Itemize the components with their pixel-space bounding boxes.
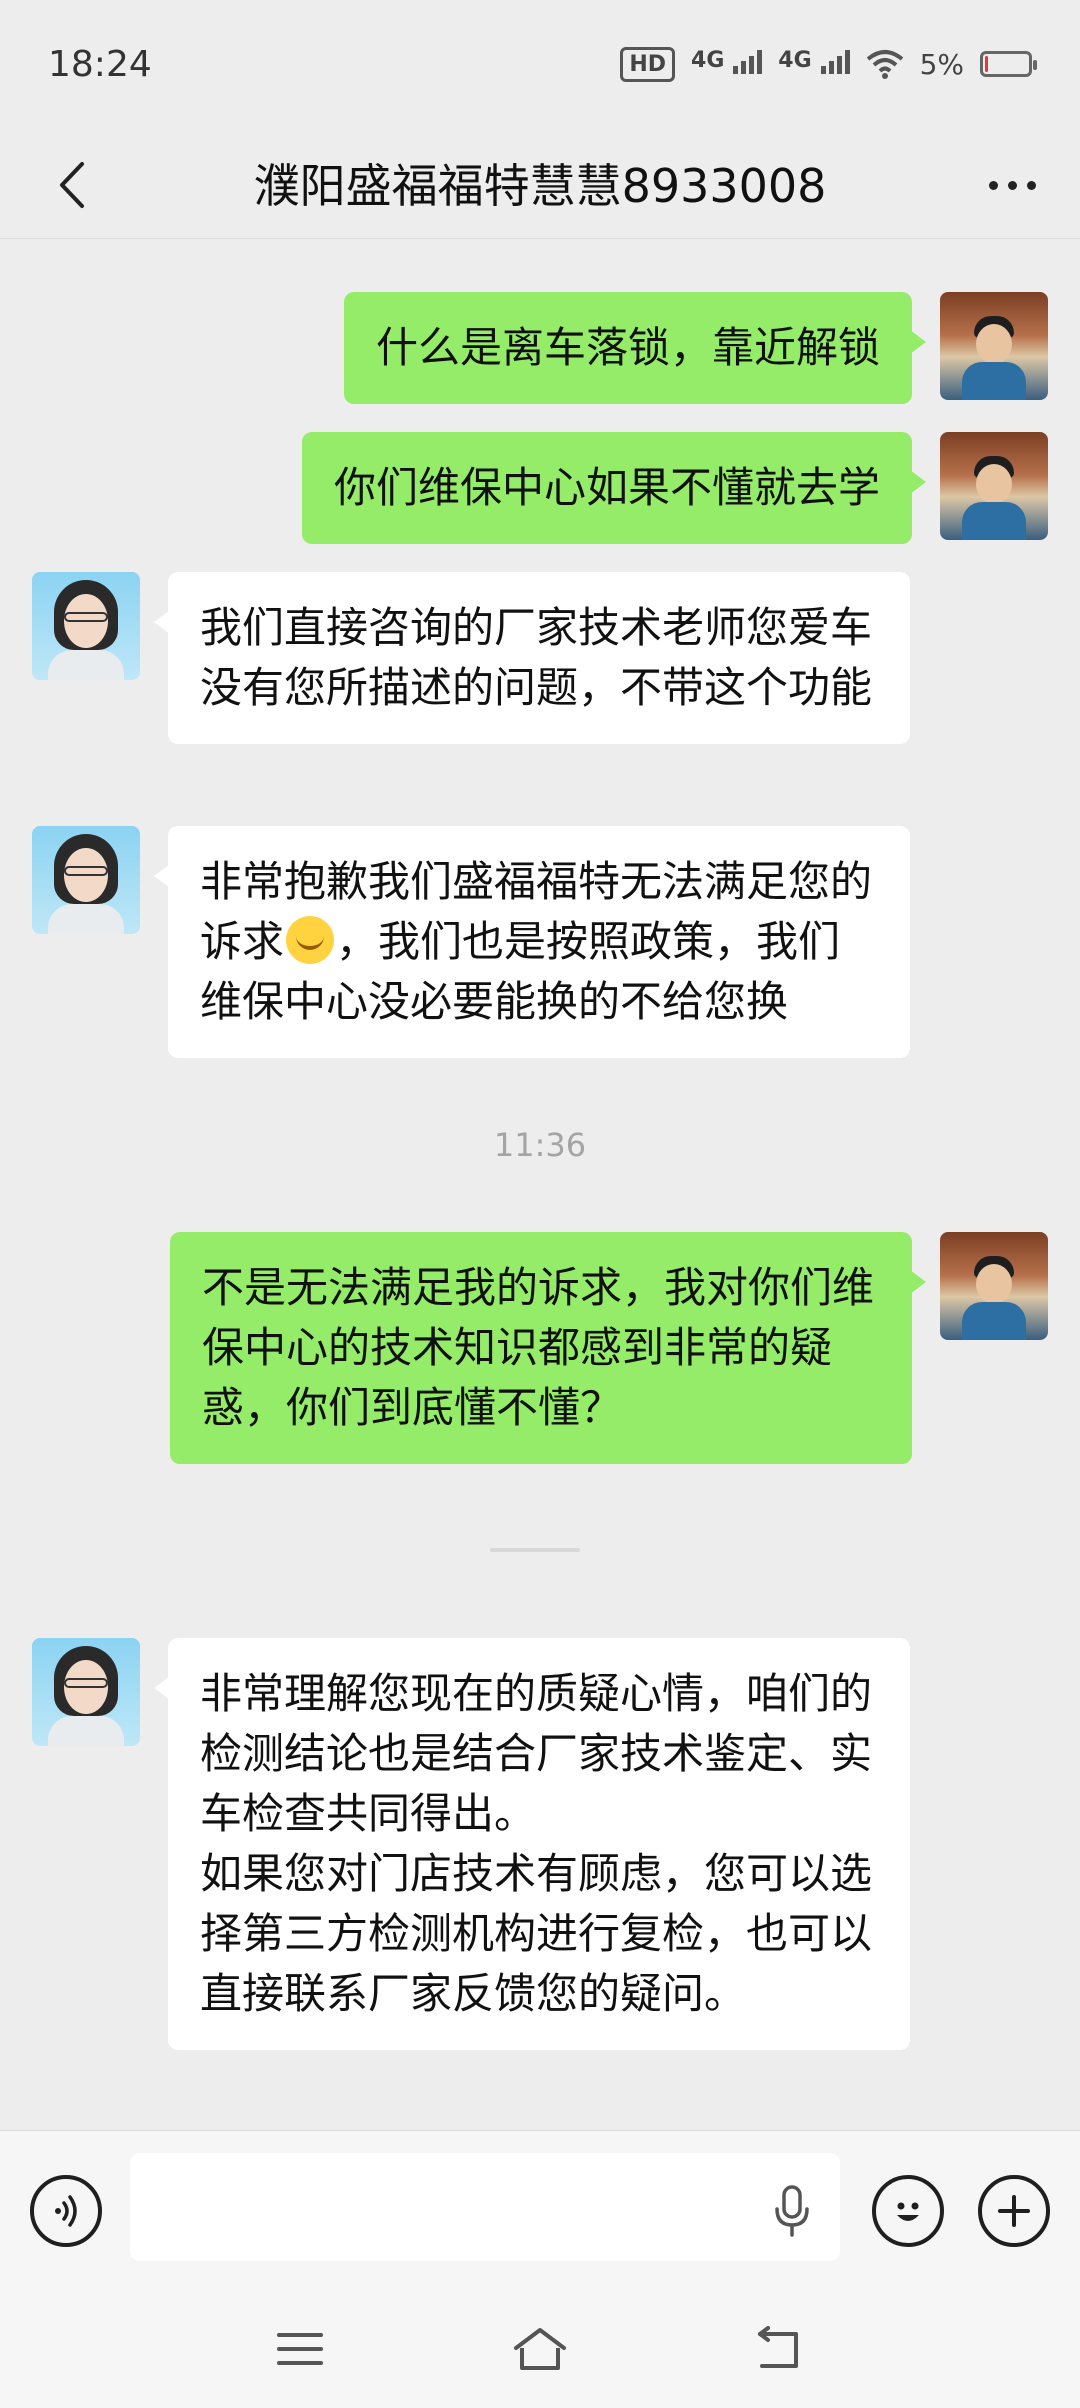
battery-level <box>985 56 988 72</box>
more-button[interactable] <box>972 150 1052 220</box>
back-button[interactable] <box>36 150 106 220</box>
battery-percent: 5% <box>919 47 964 81</box>
hd-icon: HD <box>620 46 676 82</box>
back-arrow-icon <box>758 2326 798 2368</box>
home-icon <box>514 2328 566 2370</box>
chat-title: 濮阳盛福福特慧慧8933008 <box>253 159 827 213</box>
battery-icon <box>980 51 1037 77</box>
voice-input-button[interactable] <box>30 2175 102 2247</box>
timestamp: 11:36 <box>493 1126 587 1164</box>
avatar-agent[interactable] <box>32 572 140 680</box>
message-input[interactable] <box>130 2153 840 2261</box>
message-bubble[interactable]: 什么是离车落锁，靠近解锁 <box>343 292 927 404</box>
avatar-agent[interactable] <box>32 826 140 934</box>
voice-wave-icon <box>55 2195 77 2227</box>
back-nav-button[interactable] <box>740 2314 820 2384</box>
chevron-left-icon <box>60 162 84 208</box>
message-received: 我们直接咨询的厂家技术老师您爱车没有您所描述的问题，不带这个功能 <box>32 572 910 744</box>
plus-icon <box>998 2195 1030 2227</box>
signal-icon <box>820 48 850 74</box>
microphone-icon[interactable] <box>772 2183 812 2239</box>
message-bubble[interactable]: 我们直接咨询的厂家技术老师您爱车没有您所描述的问题，不带这个功能 <box>154 572 910 744</box>
avatar-self[interactable] <box>940 1232 1048 1340</box>
add-attachment-button[interactable] <box>978 2175 1050 2247</box>
emoji-button[interactable] <box>872 2175 944 2247</box>
loading-indicator <box>490 1548 580 1552</box>
status-icons: HD 4G 4G 5% <box>620 46 1037 82</box>
message-sent: 不是无法满足我的诉求，我对你们维保中心的技术知识都感到非常的疑惑，你们到底懂不懂… <box>170 1232 1048 1464</box>
avatar-self[interactable] <box>940 292 1048 400</box>
message-bubble[interactable]: 非常抱歉我们盛福福特无法满足您的诉求 ，我们也是按照政策，我们维保中心没必要能换的… <box>154 826 910 1058</box>
chat-header: 濮阳盛福福特慧慧8933008 <box>0 128 1080 239</box>
chat-messages[interactable]: 什么是离车落锁，靠近解锁 你们维保中心如果不懂就去学 我们直接咨询的厂家技术老师… <box>0 238 1080 2130</box>
smile-emoji-icon <box>286 916 335 964</box>
recent-apps-button[interactable] <box>260 2314 340 2384</box>
status-bar: 18:24 HD 4G 4G 5% <box>0 0 1080 128</box>
message-bubble[interactable]: 不是无法满足我的诉求，我对你们维保中心的技术知识都感到非常的疑惑，你们到底懂不懂… <box>170 1232 926 1464</box>
message-bubble[interactable]: 非常理解您现在的质疑心情，咱们的检测结论也是结合厂家技术鉴定、实车检查共同得出。… <box>154 1638 910 2050</box>
message-sent: 什么是离车落锁，靠近解锁 <box>343 292 1048 404</box>
network-4g-1: 4G <box>691 48 763 81</box>
network-4g-2: 4G <box>778 48 850 81</box>
status-time: 18:24 <box>48 43 152 85</box>
avatar-self[interactable] <box>940 432 1048 540</box>
menu-icon <box>277 2333 323 2365</box>
more-dots-icon <box>988 180 998 190</box>
wifi-icon <box>866 50 903 79</box>
input-bar <box>0 2130 1080 2291</box>
system-navigation-bar <box>0 2290 1080 2408</box>
message-received: 非常理解您现在的质疑心情，咱们的检测结论也是结合厂家技术鉴定、实车检查共同得出。… <box>32 1638 910 2050</box>
avatar-agent[interactable] <box>32 1638 140 1746</box>
signal-icon <box>733 48 763 74</box>
smile-icon <box>897 2202 919 2221</box>
message-received: 非常抱歉我们盛福福特无法满足您的诉求 ，我们也是按照政策，我们维保中心没必要能换的… <box>32 826 910 1058</box>
home-button[interactable] <box>500 2314 580 2384</box>
message-bubble[interactable]: 你们维保中心如果不懂就去学 <box>301 432 927 544</box>
message-sent: 你们维保中心如果不懂就去学 <box>301 432 1048 544</box>
